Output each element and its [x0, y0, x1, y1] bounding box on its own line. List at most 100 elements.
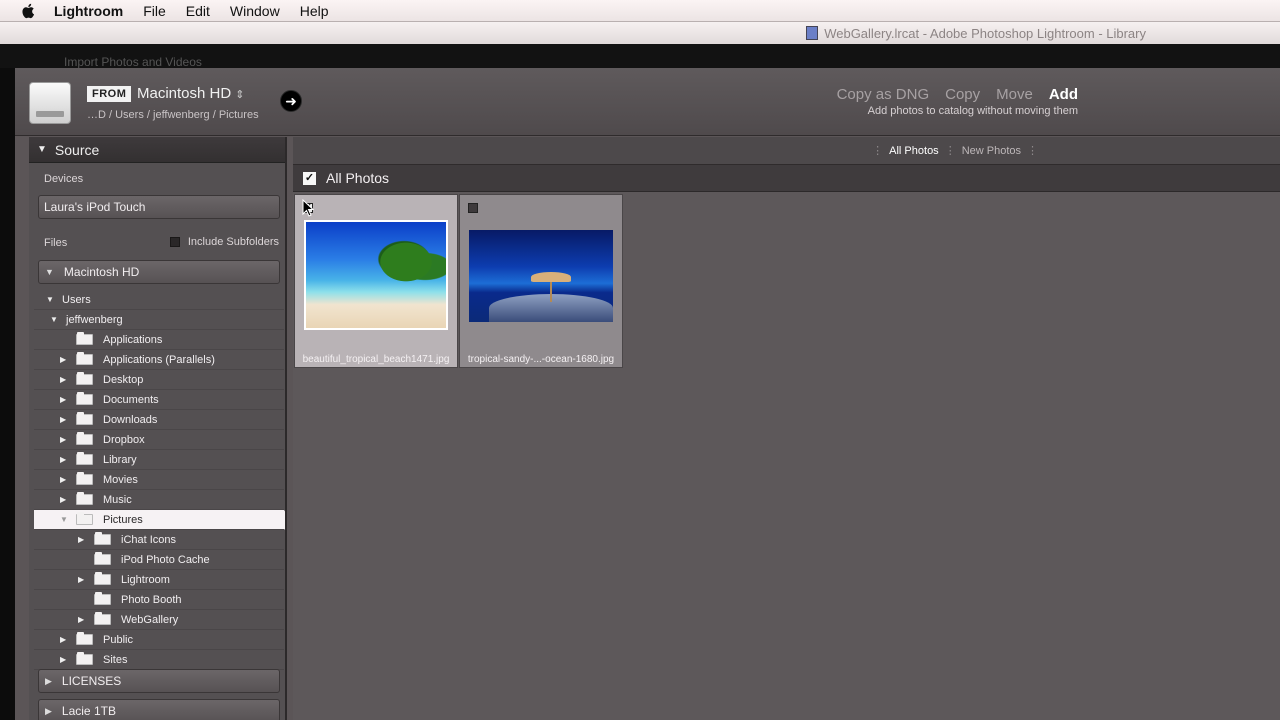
volume-label: Macintosh HD: [63, 265, 140, 279]
volume-macintosh-hd[interactable]: ▼ Macintosh HD: [38, 260, 280, 284]
folder-icon: [94, 572, 111, 585]
all-photos-header: ✓ All Photos: [293, 165, 1280, 192]
folder-icon: [94, 552, 111, 565]
arrow-right-icon: ➜: [285, 92, 297, 109]
folder-label: Dropbox: [103, 433, 145, 446]
source-selector[interactable]: Macintosh HD ⇕: [137, 85, 244, 102]
folder-row[interactable]: ▶ Library: [34, 450, 284, 470]
collapsed-triangle-icon[interactable]: ▶: [60, 495, 70, 504]
collapsed-triangle-icon[interactable]: ▶: [60, 655, 70, 664]
folder-row[interactable]: ▶ Lightroom: [34, 570, 284, 590]
folder-label: Photo Booth: [121, 593, 182, 606]
volume-label: LICENSES: [61, 674, 122, 688]
source-path: …D / Users / jeffwenberg / Pictures: [87, 109, 259, 121]
source-panel-title: Source: [54, 141, 100, 158]
folder-label: Library: [103, 453, 137, 466]
photo-cell[interactable]: ✓ beautiful_tropical_beach1471.jpg: [294, 194, 458, 368]
photo-cell[interactable]: tropical-sandy-...-ocean-1680.jpg: [459, 194, 623, 368]
folder-row[interactable]: ▶ Downloads: [34, 410, 284, 430]
photo-checkbox[interactable]: [468, 203, 478, 213]
collapsed-triangle-icon[interactable]: ▶: [60, 435, 70, 444]
collapsed-triangle-icon[interactable]: ▶: [60, 395, 70, 404]
mouse-cursor-icon: [302, 199, 315, 217]
include-subfolders-checkbox[interactable]: [169, 237, 180, 247]
menu-app-name[interactable]: Lightroom: [54, 3, 123, 19]
collapsed-triangle-icon[interactable]: ▶: [78, 535, 88, 544]
folder-row[interactable]: ▼ Users: [34, 290, 284, 310]
device-ipod[interactable]: Laura's iPod Touch: [38, 195, 280, 219]
menu-help[interactable]: Help: [300, 3, 329, 19]
folder-row[interactable]: ▶ Desktop: [34, 370, 284, 390]
source-panel: ▼ Source Devices Laura's iPod Touch File…: [29, 137, 287, 720]
filter-all-photos[interactable]: All Photos: [889, 145, 939, 157]
folder-row[interactable]: ▶ Movies: [34, 470, 284, 490]
expanded-triangle-icon[interactable]: ▼: [46, 295, 56, 304]
expanded-triangle-icon[interactable]: ▼: [50, 315, 60, 324]
photo-filename: beautiful_tropical_beach1471.jpg: [302, 354, 450, 365]
folder-label: Public: [103, 633, 133, 646]
menu-edit[interactable]: Edit: [186, 3, 210, 19]
photo-thumbnail[interactable]: [469, 230, 613, 322]
folder-row[interactable]: ▶ iChat Icons: [34, 530, 284, 550]
check-all-checkbox[interactable]: ✓: [303, 171, 316, 185]
folder-row[interactable]: ▶ Sites: [34, 650, 284, 670]
folder-row[interactable]: iPod Photo Cache: [34, 550, 284, 570]
folder-row[interactable]: ▶ Music: [34, 490, 284, 510]
arrow-right-button[interactable]: ➜: [280, 90, 302, 112]
collapsed-triangle-icon[interactable]: ▶: [78, 615, 88, 624]
folder-icon: [76, 412, 93, 425]
mode-copy[interactable]: Copy: [945, 86, 980, 103]
collapsed-triangle-icon[interactable]: ▶: [60, 355, 70, 364]
library-window-title: WebGallery.lrcat - Adobe Photoshop Light…: [824, 25, 1146, 41]
expanded-triangle-icon[interactable]: ▼: [60, 515, 70, 524]
folder-icon: [76, 472, 93, 485]
collapsed-triangle-icon: ▶: [45, 705, 52, 716]
mode-copy-as-dng[interactable]: Copy as DNG: [837, 86, 930, 103]
hard-drive-icon: [29, 82, 71, 124]
collapsed-triangle-icon[interactable]: ▶: [78, 575, 88, 584]
filter-new-photos[interactable]: New Photos: [962, 145, 1021, 157]
folder-label: jeffwenberg: [66, 313, 123, 326]
menu-file[interactable]: File: [143, 3, 166, 19]
files-label: Files: [44, 237, 68, 249]
folder-label: Movies: [103, 473, 138, 486]
folder-icon: [76, 372, 93, 385]
include-subfolders-toggle[interactable]: Include Subfolders: [169, 236, 279, 248]
folder-label: Downloads: [103, 413, 158, 426]
folder-label: Applications: [103, 333, 163, 346]
folder-icon: [76, 492, 93, 505]
mode-move[interactable]: Move: [996, 86, 1033, 103]
folder-row[interactable]: ▶ Documents: [34, 390, 284, 410]
folder-row[interactable]: ▼ jeffwenberg: [34, 310, 284, 330]
collapsed-triangle-icon[interactable]: ▶: [60, 475, 70, 484]
apple-icon[interactable]: [20, 2, 38, 20]
folder-row[interactable]: ▶ WebGallery: [34, 610, 284, 630]
folder-icon: [76, 352, 93, 365]
folder-row[interactable]: ▼ Pictures: [34, 510, 285, 530]
folder-label: WebGallery: [121, 613, 179, 626]
collapsed-triangle-icon[interactable]: ▶: [60, 375, 70, 384]
library-window-titlebar: WebGallery.lrcat - Adobe Photoshop Light…: [0, 22, 1280, 44]
photo-thumbnail[interactable]: [304, 220, 448, 330]
dialog-titlebar: Import Photos and Videos: [0, 44, 1280, 69]
source-panel-header[interactable]: ▼ Source: [29, 137, 285, 163]
collapsed-triangle-icon[interactable]: ▶: [60, 635, 70, 644]
folder-row[interactable]: Photo Booth: [34, 590, 284, 610]
import-mode-selector: Copy as DNG Copy Move Add: [837, 86, 1078, 103]
folder-label: Sites: [103, 653, 128, 666]
collapsed-triangle-icon[interactable]: ▶: [60, 455, 70, 464]
mode-add[interactable]: Add: [1049, 86, 1078, 103]
menu-window[interactable]: Window: [230, 3, 280, 19]
collapsed-triangle-icon: ▶: [45, 675, 52, 686]
folder-icon: [76, 432, 93, 445]
folder-icon: [94, 612, 111, 625]
volume-lacie[interactable]: ▶ Lacie 1TB: [38, 699, 280, 720]
folder-row[interactable]: ▶ Dropbox: [34, 430, 284, 450]
folder-row[interactable]: ▶ Public: [34, 630, 284, 650]
folder-label: Desktop: [103, 373, 144, 386]
folder-row[interactable]: ▶ Applications (Parallels): [34, 350, 284, 370]
volume-licenses[interactable]: ▶ LICENSES: [38, 669, 280, 693]
collapsed-triangle-icon[interactable]: ▶: [60, 415, 70, 424]
folder-icon: [76, 632, 93, 645]
folder-row[interactable]: Applications: [34, 330, 284, 350]
